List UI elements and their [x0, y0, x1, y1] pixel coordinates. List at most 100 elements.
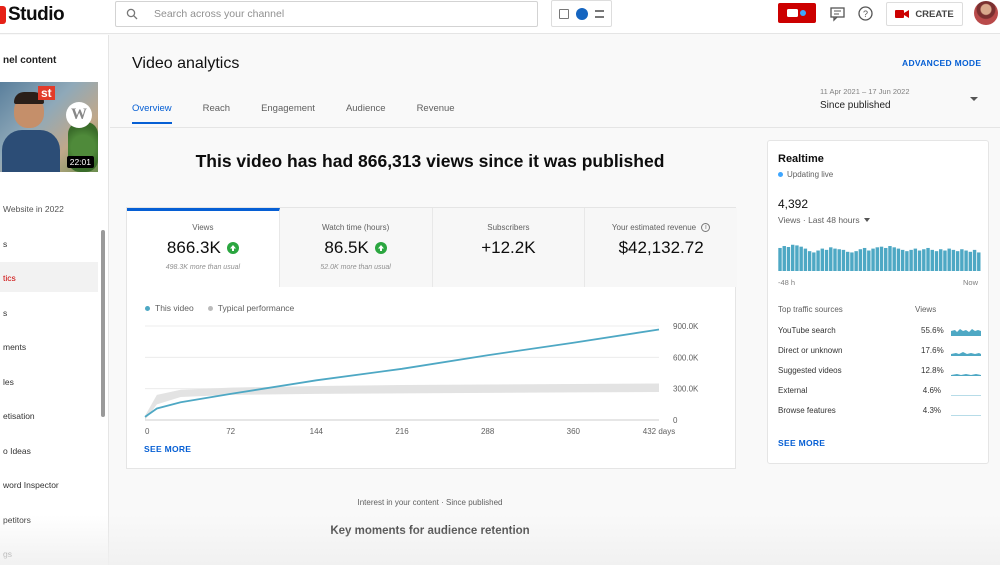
- metric-value: +12.2K: [481, 238, 536, 257]
- create-button[interactable]: CREATE: [886, 2, 963, 26]
- sidebar-item-video-ideas[interactable]: o Ideas: [3, 446, 31, 456]
- key-moments-title: Key moments for audience retention: [330, 525, 530, 537]
- realtime-live-indicator: Updating live: [778, 170, 833, 179]
- tab-engagement[interactable]: Engagement: [261, 103, 315, 124]
- realtime-bar: [900, 249, 905, 271]
- metric-tabs: Views 866.3K 498.3K more than usual Watc…: [127, 208, 737, 287]
- realtime-bar: [913, 248, 918, 271]
- see-more-button[interactable]: SEE MORE: [144, 444, 191, 454]
- realtime-bar: [841, 249, 846, 271]
- live-dot-icon: [778, 172, 783, 177]
- realtime-bar: [955, 251, 960, 271]
- realtime-bar: [951, 249, 956, 271]
- tab-revenue[interactable]: Revenue: [417, 103, 455, 124]
- sidebar-item-keyword-inspector[interactable]: word Inspector: [3, 480, 59, 490]
- thumbnail-badge: st: [38, 86, 55, 100]
- main-content: Video analytics ADVANCED MODE Overview R…: [110, 35, 1000, 565]
- realtime-see-more-button[interactable]: SEE MORE: [778, 438, 825, 448]
- realtime-bar: [943, 250, 947, 271]
- date-range-picker[interactable]: 11 Apr 2021 – 17 Jun 2022 Since publishe…: [820, 87, 910, 111]
- sidebar-scrollbar[interactable]: [101, 230, 105, 417]
- metric-value-row: 866.3K: [127, 238, 279, 258]
- account-avatar[interactable]: [974, 1, 998, 25]
- traffic-source-name: Direct or unknown: [778, 346, 843, 355]
- extension-menu-icon[interactable]: [595, 9, 605, 18]
- search-input[interactable]: Search across your channel: [154, 8, 284, 20]
- advanced-mode-button[interactable]: ADVANCED MODE: [902, 58, 981, 68]
- date-range-text: 11 Apr 2021 – 17 Jun 2022: [820, 87, 910, 96]
- sidebar-item-subtitles[interactable]: les: [3, 377, 14, 387]
- realtime-bar: [960, 249, 964, 271]
- video-title: Website in 2022: [3, 204, 64, 214]
- realtime-bar: [816, 250, 820, 271]
- extension-globe-icon[interactable]: [575, 7, 588, 20]
- realtime-bar: [926, 247, 930, 271]
- realtime-bar: [795, 245, 799, 271]
- traffic-sparkline: [951, 415, 981, 416]
- realtime-axis-end: Now: [963, 278, 979, 287]
- video-thumbnail[interactable]: W st 22:01: [0, 82, 98, 172]
- video-duration: 22:01: [66, 156, 94, 168]
- wordpress-logo: W: [66, 102, 92, 128]
- metric-value: 866.3K: [166, 238, 221, 257]
- traffic-source-name: Browse features: [778, 406, 836, 415]
- y-tick-label: 0: [673, 416, 678, 425]
- studio-logo[interactable]: Studio: [0, 4, 65, 26]
- traffic-source-row: YouTube search 55.6%: [778, 326, 983, 340]
- metric-views[interactable]: Views 866.3K 498.3K more than usual: [127, 208, 280, 287]
- tab-audience[interactable]: Audience: [346, 103, 386, 124]
- realtime-bar: [854, 251, 858, 271]
- legend-label: This video: [155, 303, 194, 313]
- sidebar-item-comments[interactable]: ments: [3, 342, 26, 352]
- sidebar-item-editor[interactable]: s: [3, 308, 7, 318]
- sidebar-item-analytics[interactable]: tics: [3, 273, 16, 283]
- x-tick-label: 432 days: [643, 427, 675, 436]
- help-icon[interactable]: ?: [857, 5, 874, 22]
- realtime-bar: [905, 251, 909, 271]
- metric-value: 86.5K: [324, 238, 369, 257]
- analytics-tabs: Overview Reach Engagement Audience Reven…: [132, 103, 455, 124]
- realtime-period-selector[interactable]: Views · Last 48 hours: [778, 215, 870, 225]
- realtime-card: Realtime Updating live 4,392 Views · Las…: [767, 140, 989, 464]
- create-label: CREATE: [915, 8, 954, 20]
- sidebar-item-settings[interactable]: gs: [3, 549, 12, 559]
- realtime-bar: [778, 247, 782, 271]
- traffic-sources-header: Top traffic sources: [778, 305, 843, 314]
- metric-watch-time[interactable]: Watch time (hours) 86.5K 52.0K more than…: [279, 208, 433, 287]
- x-tick-label: 144: [310, 427, 324, 436]
- traffic-source-pct: 55.6%: [921, 326, 944, 335]
- chevron-down-icon[interactable]: [970, 97, 978, 101]
- realtime-bar-chart: [778, 244, 981, 271]
- feedback-icon[interactable]: [829, 5, 846, 22]
- traffic-source-pct: 12.8%: [921, 366, 944, 375]
- realtime-bar: [947, 248, 951, 271]
- info-icon[interactable]: i: [701, 223, 711, 233]
- realtime-bar: [964, 250, 968, 271]
- metric-revenue[interactable]: Your estimated revenue i $42,132.72: [585, 208, 737, 287]
- realtime-bar: [858, 249, 863, 271]
- sidebar-item-details[interactable]: s: [3, 239, 7, 249]
- realtime-bar: [934, 251, 939, 271]
- realtime-bar: [972, 249, 977, 271]
- search-icon: [126, 8, 138, 20]
- metrics-card: Views 866.3K 498.3K more than usual Watc…: [126, 207, 737, 469]
- svg-text:?: ?: [863, 9, 868, 19]
- notification-button[interactable]: [778, 3, 816, 23]
- date-range-label: Since published: [820, 100, 891, 111]
- thumbnail-person: [2, 130, 60, 172]
- tab-overview[interactable]: Overview: [132, 103, 172, 124]
- chart-legend: This video Typical performance: [145, 303, 294, 313]
- traffic-source-row: Suggested videos 12.8%: [778, 366, 983, 380]
- metric-subscribers[interactable]: Subscribers +12.2K: [432, 208, 586, 287]
- realtime-bar: [930, 249, 934, 271]
- extension-grid-icon[interactable]: [558, 8, 569, 19]
- traffic-source-row: External 4.6%: [778, 386, 983, 400]
- tab-reach[interactable]: Reach: [203, 103, 230, 124]
- sidebar-item-monetisation[interactable]: etisation: [3, 411, 35, 421]
- sidebar-item-competitors[interactable]: petitors: [3, 515, 31, 525]
- traffic-sparkline: [951, 374, 981, 376]
- search-bar[interactable]: Search across your channel: [115, 1, 538, 27]
- sidebar: nel content W st 22:01 Website in 2022 s…: [0, 35, 109, 565]
- realtime-bar: [812, 252, 816, 271]
- realtime-bar: [845, 251, 850, 271]
